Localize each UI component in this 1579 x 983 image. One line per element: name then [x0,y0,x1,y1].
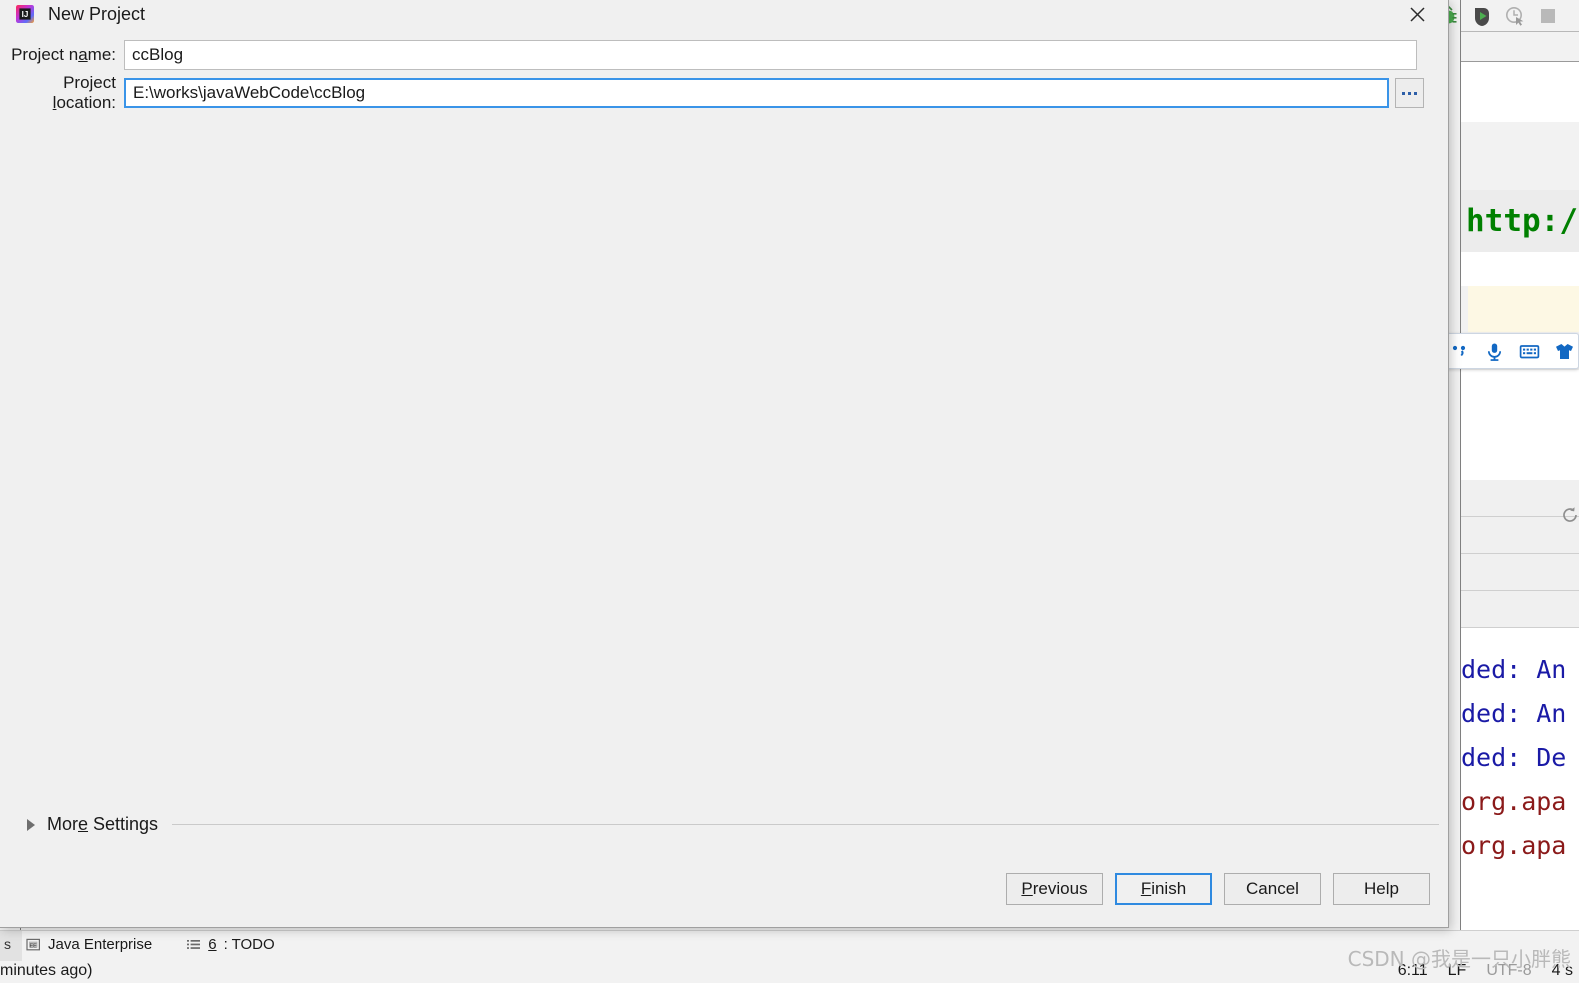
status-bar-vcs-message: minutes ago) [0,962,93,979]
dialog-button-bar: Previous Finish Cancel Help [1006,873,1430,905]
project-name-input[interactable] [124,40,1417,70]
project-name-row: Project name: [0,40,1448,70]
chevron-right-icon [27,818,35,831]
stop-icon[interactable] [1537,5,1559,27]
section-divider [172,824,1439,825]
punctuation-icon[interactable] [1449,341,1470,362]
console-line: org.apa [1461,787,1567,816]
ide-editor-blank-a [1461,252,1579,286]
status-bar-tail-text: 4 s [1551,962,1573,979]
java-enterprise-icon: EE [26,937,41,952]
status-bar-item-label: Java Enterprise [48,936,153,953]
run-with-coverage-icon[interactable] [1471,5,1493,27]
console-line: ded: De [1461,743,1567,772]
new-project-dialog: IJ New Project Project name: Project loc… [0,0,1449,928]
dialog-title-bar: IJ New Project [0,0,1448,28]
status-bar-tool-buttons: EE Java Enterprise 6 : TODO [26,936,275,953]
console-line: ded: An [1461,699,1567,728]
previous-button[interactable]: Previous [1006,873,1103,905]
soft-keyboard-icon[interactable] [1519,341,1540,362]
ide-panel-row [1461,591,1579,628]
help-button[interactable]: Help [1333,873,1430,905]
status-bar-todo-mnemonic: 6 [208,936,217,953]
intellij-idea-icon: IJ [16,5,34,23]
status-bar-item-todo[interactable]: 6 : TODO [186,936,275,953]
screen-root: http:// ded: An ded: An ded: De org.apa org.… [0,0,1579,983]
todo-icon [186,937,201,952]
dialog-title: New Project [48,3,146,24]
dialog-content-area [0,116,1448,836]
cancel-button[interactable]: Cancel [1224,873,1321,905]
microphone-icon[interactable] [1484,341,1505,362]
profiler-icon[interactable] [1504,5,1526,27]
svg-text:IJ: IJ [22,10,29,19]
encoding-indicator[interactable]: UTF-8 [1486,962,1531,980]
ide-editor-tabs [1461,32,1579,62]
status-bar-left-tab[interactable]: s [0,931,22,961]
project-name-label: Project name: [11,45,116,64]
finish-button[interactable]: Finish [1115,873,1212,905]
ide-code-url-text: http:// [1466,203,1579,239]
project-location-row: Project location: [0,73,1448,112]
ide-panel-row [1461,554,1579,591]
console-line: ded: An [1461,655,1567,684]
browse-folder-button[interactable] [1395,78,1424,108]
more-settings-section[interactable]: More Settings [0,814,1449,835]
ide-toolbar-icons [1438,2,1559,30]
project-location-label: Project location: [52,73,116,112]
console-line: org.apa [1461,831,1567,860]
status-bar-right-group: 6:11 LF UTF-8 4 s [1398,962,1573,980]
skin-icon[interactable] [1554,341,1575,362]
more-settings-label: More Settings [47,814,159,834]
caret-position[interactable]: 6:11 [1398,962,1428,980]
ide-editor-highlight-band [1468,286,1579,332]
status-bar-item-java-enterprise[interactable]: EE Java Enterprise [26,936,152,953]
ide-editor-area [1460,62,1579,122]
ide-vertical-divider [1460,0,1461,930]
ide-editor-blank-b [1461,370,1579,480]
project-location-input[interactable] [124,78,1389,108]
svg-text:EE: EE [29,943,37,949]
ide-side-panel-rows [1461,480,1579,628]
status-bar-todo-rest: : TODO [223,936,275,953]
close-icon[interactable] [1396,0,1438,28]
refresh-icon[interactable] [1560,505,1579,525]
dialog-form: Project name: Project location: [0,28,1448,112]
ide-console-output: ded: An ded: An ded: De org.apa org.apa [1461,628,1579,930]
line-separator-indicator[interactable]: LF [1448,962,1467,980]
status-bar-left-tab-label: s [4,936,11,952]
